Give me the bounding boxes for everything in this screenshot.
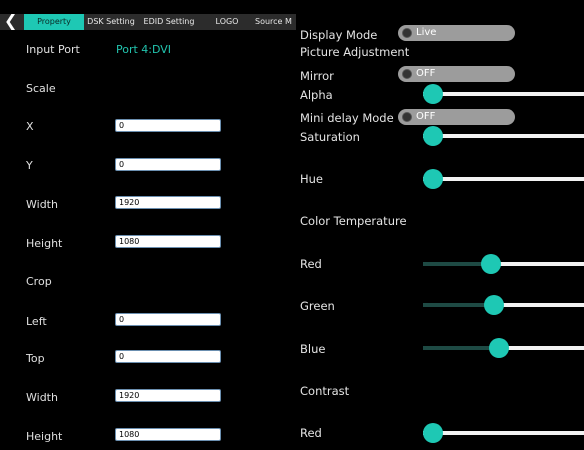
crop-left-input[interactable]: 0 [115,313,221,326]
crop-width-input[interactable]: 1920 [115,389,221,402]
mirror-label: Mirror [300,69,334,83]
back-arrow-icon[interactable]: ❮ [4,12,20,30]
hue-label: Hue [300,172,324,186]
y-label: Y [26,159,33,172]
tab-logo[interactable]: LOGO [208,14,246,30]
crop-height-input[interactable]: 1080 [115,428,221,441]
picture-adjustment-label: Picture Adjustment [300,45,410,59]
mini-delay-toggle[interactable]: OFF [398,109,515,125]
crop-width-label: Width [26,391,58,404]
toggle-knob-icon [402,112,412,122]
mirror-value: OFF [416,68,436,79]
x-label: X [26,120,34,133]
width-label: Width [26,198,58,211]
mirror-toggle[interactable]: OFF [398,66,515,82]
contrast-red-slider-thumb[interactable] [423,423,443,443]
height-input[interactable]: 1080 [115,235,221,248]
y-input[interactable]: 0 [115,158,221,171]
tab-edid-setting[interactable]: EDID Setting [140,14,198,30]
scale-label: Scale [26,82,56,95]
height-label: Height [26,237,63,250]
alpha-slider-track[interactable] [423,92,584,96]
crop-left-label: Left [26,315,47,328]
display-mode-value: Live [416,27,437,38]
toggle-knob-icon [402,69,412,79]
input-port-label: Input Port [26,43,80,56]
blue-label: Blue [300,342,326,356]
crop-label: Crop [26,275,52,288]
crop-top-input[interactable]: 0 [115,350,221,363]
display-mode-label: Display Mode [300,28,378,42]
contrast-red-slider-track[interactable] [423,431,584,435]
toggle-knob-icon [402,28,412,38]
saturation-slider-track[interactable] [423,134,584,138]
tab-property[interactable]: Property [24,14,84,30]
crop-top-label: Top [26,352,45,365]
green-slider-thumb[interactable] [484,295,504,315]
alpha-slider-thumb[interactable] [423,84,443,104]
green-label: Green [300,299,335,313]
width-input[interactable]: 1920 [115,196,221,209]
x-input[interactable]: 0 [115,119,221,132]
red-slider-thumb[interactable] [481,254,501,274]
mini-delay-mode-label: Mini delay Mode [300,111,394,125]
mini-delay-value: OFF [416,111,436,122]
input-port-value: Port 4:DVI [116,43,172,56]
contrast-red-label: Red [300,426,322,440]
tab-dsk-setting[interactable]: DSK Setting [86,14,136,30]
hue-slider-track[interactable] [423,177,584,181]
saturation-slider-thumb[interactable] [423,126,443,146]
crop-height-label: Height [26,430,63,443]
blue-slider-thumb[interactable] [489,338,509,358]
contrast-label: Contrast [300,384,350,398]
display-mode-toggle[interactable]: Live [398,25,515,41]
alpha-label: Alpha [300,88,333,102]
red-label: Red [300,257,322,271]
color-temperature-label: Color Temperature [300,214,407,228]
saturation-label: Saturation [300,130,360,144]
tab-source-m[interactable]: Source M [255,14,295,30]
red-slider-track[interactable] [423,262,584,266]
hue-slider-thumb[interactable] [423,169,443,189]
